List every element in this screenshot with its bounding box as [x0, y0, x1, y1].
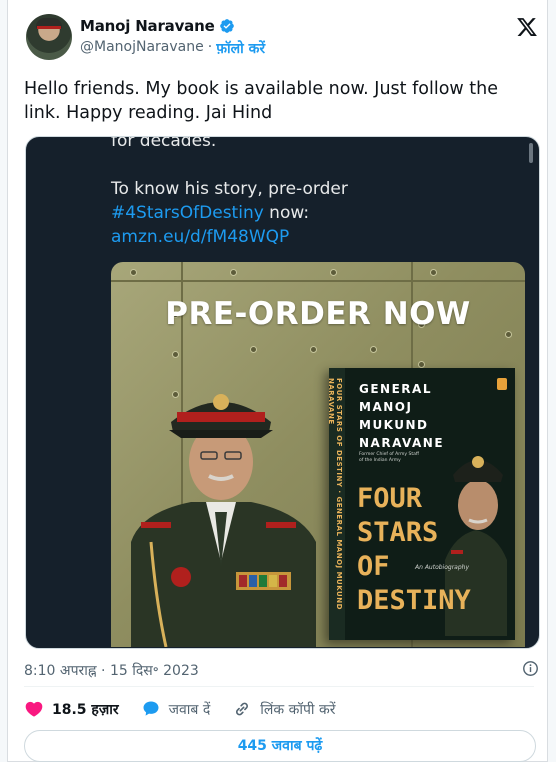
book-author-line: MANOJ: [359, 400, 413, 414]
promo-image: PRE-ORDER NOW FOUR STARS OF DESTINY · GE…: [111, 262, 525, 647]
x-logo-icon[interactable]: [516, 16, 538, 38]
book-author-line: MUKUND: [359, 418, 429, 432]
media-scrollbar[interactable]: [529, 143, 533, 163]
divider: [24, 686, 534, 687]
amazon-url-link[interactable]: amzn.eu/d/fM48WQP: [111, 225, 348, 249]
speech-bubble-icon: [143, 701, 159, 716]
media-story-text: To know his story, pre-order #4StarsOfDe…: [111, 177, 348, 249]
info-icon[interactable]: [522, 660, 539, 677]
rivet: [331, 270, 336, 275]
verified-badge-icon: [219, 19, 234, 33]
book-title-line: DESTINY: [357, 585, 471, 616]
book-spine: FOUR STARS OF DESTINY · GENERAL MANOJ MU…: [327, 378, 343, 610]
rivet: [311, 347, 316, 352]
copy-link-label: लिंक कॉपी करें: [260, 701, 336, 718]
book-subtitle-line: of the Indian Army: [359, 458, 401, 463]
rivet: [231, 270, 236, 275]
reply-label: जवाब दें: [168, 701, 211, 718]
copy-link-button[interactable]: लिंक कॉपी करें: [232, 699, 336, 719]
follow-button[interactable]: फ़ॉलो करें: [216, 39, 265, 58]
book-title: FOUR STARS OF DESTINY: [357, 482, 471, 618]
rivet: [371, 347, 376, 352]
media-cut-text: for decades.: [111, 136, 217, 151]
tweet-media[interactable]: for decades. To know his story, pre-orde…: [25, 136, 540, 649]
pre-order-title: PRE-ORDER NOW: [165, 296, 471, 332]
plate-seam: [111, 280, 525, 282]
tweet-card: Manoj Naravane @ManojNaravane · फ़ॉलो कर…: [7, 0, 548, 762]
spine-title: FOUR STARS OF DESTINY: [335, 378, 343, 488]
tweet-timestamp[interactable]: 8:10 अपराह्न · 15 दिस॰ 2023: [24, 661, 199, 680]
publisher-logo: [497, 378, 507, 390]
tweet-text: Hello friends. My book is available now.…: [24, 79, 498, 123]
rivet: [431, 270, 436, 275]
avatar[interactable]: [26, 14, 72, 60]
handle-row: @ManojNaravane · फ़ॉलो करें: [80, 39, 265, 58]
rivet: [131, 270, 136, 275]
action-bar: 18.5 हज़ार जवाब दें लिंक कॉपी करें: [24, 697, 358, 721]
avatar-cap-band: [37, 26, 61, 29]
heart-icon: [25, 701, 43, 717]
story-line-1: To know his story, pre-order: [111, 179, 348, 199]
read-replies-button[interactable]: 445 जवाब पढ़ें: [24, 730, 536, 762]
book-autobiography-label: An Autobiography: [415, 564, 470, 571]
rivet: [506, 332, 511, 337]
book-title-line: STARS: [357, 517, 439, 548]
rivet: [173, 352, 178, 357]
book-author: GENERAL MANOJ MUKUND NARAVANE: [359, 380, 444, 452]
book-title-line: FOUR: [357, 483, 423, 514]
author-name[interactable]: Manoj Naravane: [80, 17, 215, 35]
like-count: 18.5 हज़ार: [52, 701, 119, 718]
hashtag-link[interactable]: #4StarsOfDestiny: [111, 203, 264, 223]
officer-portrait: [131, 394, 316, 647]
separator: ·: [207, 39, 213, 55]
book-author-line: NARAVANE: [359, 436, 445, 450]
book-author-line: GENERAL: [359, 382, 432, 396]
hashtag-suffix: now:: [263, 203, 310, 223]
story-line-2: #4StarsOfDestiny now:: [111, 201, 348, 225]
like-button[interactable]: 18.5 हज़ार: [24, 699, 119, 719]
book-subtitle: Former Chief of Army Staff of the Indian…: [359, 452, 419, 464]
rivet: [419, 362, 424, 367]
author-name-row[interactable]: Manoj Naravane: [80, 17, 235, 35]
link-icon: [236, 702, 249, 716]
reply-button[interactable]: जवाब दें: [141, 699, 211, 719]
author-handle[interactable]: @ManojNaravane: [80, 39, 204, 58]
book-cover: FOUR STARS OF DESTINY · GENERAL MANOJ MU…: [327, 368, 515, 640]
rivet: [251, 347, 256, 352]
